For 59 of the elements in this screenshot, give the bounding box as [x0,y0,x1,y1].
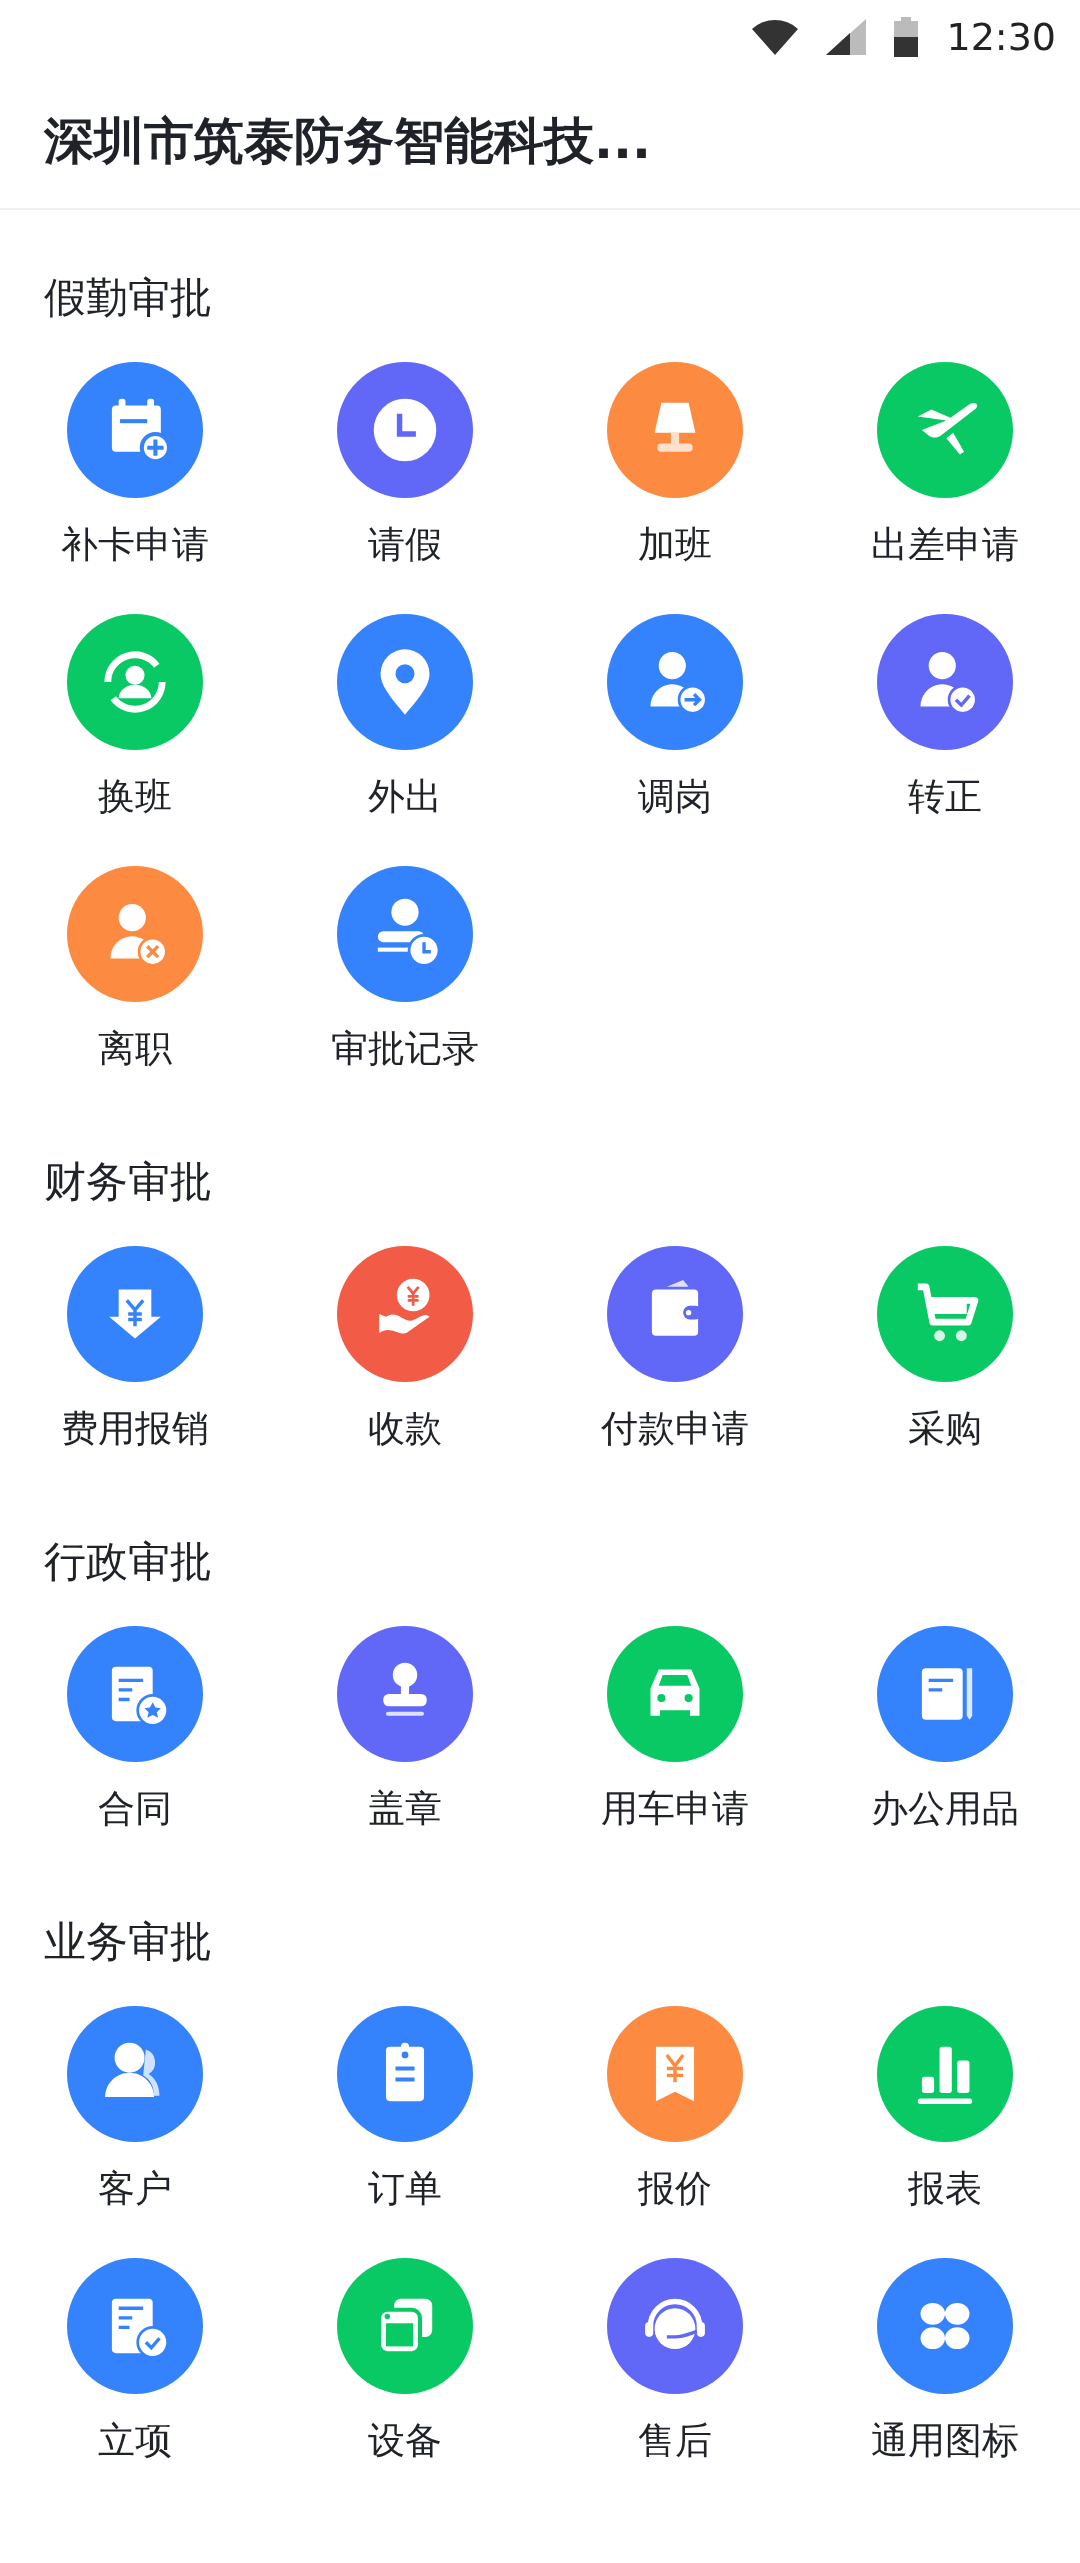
app-label[interactable]: 立项 [98,2416,172,2466]
app-label[interactable]: 出差申请 [871,520,1019,570]
bar-chart-icon[interactable] [877,2006,1013,2142]
app-label[interactable]: 办公用品 [871,1784,1019,1834]
signal-icon [826,19,867,55]
wifi-icon [752,19,799,55]
app-label[interactable]: 合同 [98,1784,172,1834]
person-swap-icon[interactable] [67,614,203,750]
app-label[interactable]: 采购 [908,1404,982,1454]
status-time: 12:30 [946,15,1056,59]
app-label[interactable]: 换班 [98,772,172,822]
app-label[interactable]: 订单 [368,2164,442,2214]
app-label[interactable]: 售后 [638,2416,712,2466]
company-title: 深圳市筑泰防务智能科技... [44,110,651,172]
app-label[interactable]: 报表 [908,2164,982,2214]
section-title: 假勤审批 [44,272,213,324]
yen-tag-icon[interactable] [607,2006,743,2142]
app-label[interactable]: 用车申请 [601,1784,749,1834]
app-label[interactable]: 通用图标 [871,2416,1019,2466]
app-label[interactable]: 付款申请 [601,1404,749,1454]
windows-icon[interactable] [337,2258,473,2394]
headset-icon[interactable] [607,2258,743,2394]
document-check-icon[interactable] [67,2258,203,2394]
car-icon[interactable] [607,1626,743,1762]
app-label[interactable]: 外出 [368,772,442,822]
person-check-icon[interactable] [877,614,1013,750]
battery-icon [894,17,919,57]
app-label[interactable]: 离职 [98,1024,172,1074]
app-label[interactable]: 收款 [368,1404,442,1454]
app-label[interactable]: 费用报销 [61,1404,209,1454]
app-label[interactable]: 调岗 [638,772,712,822]
app-label[interactable]: 加班 [638,520,712,570]
stamp-clock-icon[interactable] [337,866,473,1002]
app-label[interactable]: 补卡申请 [61,520,209,570]
app-label[interactable]: 客户 [98,2164,172,2214]
person-cross-icon[interactable] [67,866,203,1002]
app-label[interactable]: 盖章 [368,1784,442,1834]
clipboard-icon[interactable] [337,2006,473,2142]
users-icon[interactable] [67,2006,203,2142]
app-label[interactable]: 审批记录 [331,1024,479,1074]
notebook-icon[interactable] [877,1626,1013,1762]
four-petal-icon[interactable] [877,2258,1013,2394]
stamp-icon[interactable] [337,1626,473,1762]
wallet-icon[interactable] [607,1246,743,1382]
section-title: 行政审批 [44,1536,213,1588]
lamp-icon[interactable] [607,362,743,498]
app-label[interactable]: 报价 [638,2164,712,2214]
airplane-icon[interactable] [877,362,1013,498]
app-label[interactable]: 转正 [908,772,982,822]
section-title: 财务审批 [44,1156,213,1208]
cart-icon[interactable] [877,1246,1013,1382]
app-label[interactable]: 请假 [368,520,442,570]
section-title: 业务审批 [44,1916,213,1968]
yen-hand-icon[interactable] [337,1246,473,1382]
location-pin-icon[interactable] [337,614,473,750]
clock-icon[interactable] [337,362,473,498]
app-label[interactable]: 设备 [368,2416,442,2466]
yen-download-icon[interactable] [67,1246,203,1382]
calendar-plus-icon[interactable] [67,362,203,498]
